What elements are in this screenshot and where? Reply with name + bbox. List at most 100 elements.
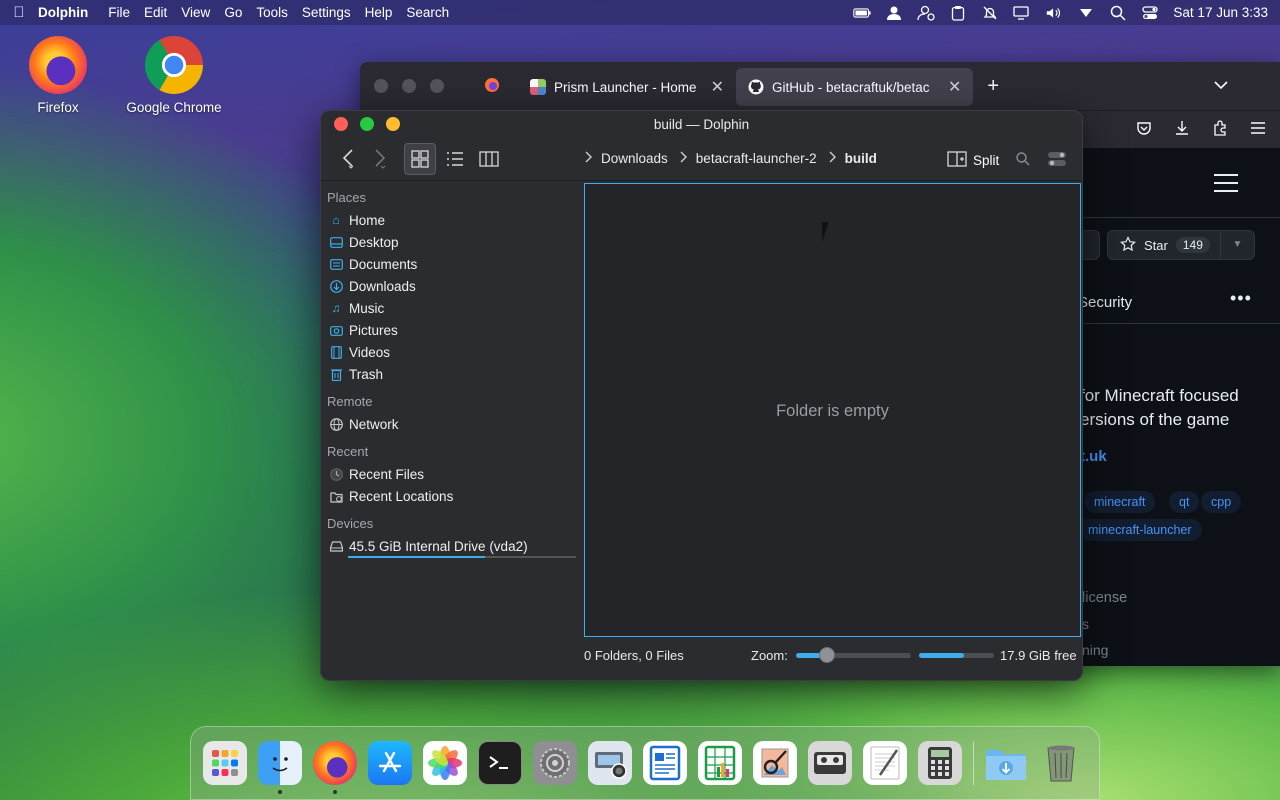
calculator-icon[interactable]	[918, 741, 962, 785]
extensions-icon[interactable]	[1212, 120, 1228, 139]
terminal-icon[interactable]	[478, 741, 522, 785]
hamburger-icon[interactable]	[1214, 174, 1238, 198]
close-button[interactable]	[374, 79, 388, 93]
places-item-music[interactable]: ♫ Music	[321, 297, 583, 319]
downloads-icon[interactable]	[1174, 120, 1190, 139]
icons-view-button[interactable]	[404, 143, 436, 175]
pocket-icon[interactable]	[1136, 120, 1152, 139]
topic-tag[interactable]: qt	[1169, 491, 1200, 513]
notifications-off-icon[interactable]	[981, 6, 999, 20]
free-space-bar[interactable]	[919, 653, 994, 658]
places-item-videos[interactable]: Videos	[321, 341, 583, 363]
new-tab-button[interactable]: +	[987, 75, 999, 98]
apple-icon[interactable]: 	[0, 4, 38, 21]
places-item-network[interactable]: Network	[321, 413, 583, 435]
breadcrumb-betacraft[interactable]: betacraft-launcher-2	[696, 151, 817, 166]
zoom-slider[interactable]	[796, 653, 911, 658]
menu-tools[interactable]: Tools	[256, 5, 288, 20]
star-button[interactable]: Star 149 ▼	[1107, 230, 1255, 260]
places-item-label: Downloads	[349, 278, 416, 294]
title-bar[interactable]: build — Dolphin	[321, 111, 1082, 137]
minimize-button[interactable]	[402, 79, 416, 93]
desktop-icon-chrome[interactable]: Google Chrome	[119, 36, 229, 115]
launchpad-icon[interactable]	[203, 741, 247, 785]
menu-edit[interactable]: Edit	[144, 5, 167, 20]
close-icon[interactable]: ✕	[948, 77, 961, 97]
topic-tag[interactable]: minecraft-launcher	[1078, 519, 1202, 541]
breadcrumb-build[interactable]: build	[845, 151, 877, 166]
search-button[interactable]	[1011, 143, 1035, 175]
window-title: build — Dolphin	[653, 116, 750, 132]
chevron-down-icon[interactable]: ▼	[1220, 231, 1254, 259]
system-settings-icon[interactable]	[533, 741, 577, 785]
textedit-icon[interactable]	[863, 741, 907, 785]
menu-view[interactable]: View	[181, 5, 210, 20]
close-icon[interactable]: ✕	[711, 77, 724, 97]
clipboard-icon[interactable]	[949, 5, 967, 21]
columns-view-button[interactable]	[473, 143, 505, 175]
divider	[1060, 323, 1280, 324]
nav-security[interactable]: Security	[1078, 294, 1132, 311]
file-view[interactable]: Folder is empty	[584, 183, 1081, 637]
pictures-icon	[329, 324, 343, 337]
preview-icon[interactable]	[753, 741, 797, 785]
drive-usage-fill	[348, 556, 485, 558]
battery-icon[interactable]	[853, 6, 872, 20]
menu-help[interactable]: Help	[365, 5, 393, 20]
pages-icon[interactable]	[643, 741, 687, 785]
zoom-button[interactable]	[430, 79, 444, 93]
places-item-trash[interactable]: Trash	[321, 363, 583, 385]
desktop-icon-firefox[interactable]: Firefox	[3, 36, 113, 115]
dolphin-window[interactable]: build — Dolphin Downloads betacraft-laun…	[320, 110, 1083, 681]
control-center-icon[interactable]	[1141, 5, 1159, 20]
menu-app-name[interactable]: Dolphin	[38, 5, 88, 20]
places-item-recent-locations[interactable]: Recent Locations	[321, 485, 583, 507]
chevron-down-icon[interactable]	[1077, 6, 1095, 20]
hamburger-menu-button[interactable]	[1045, 143, 1069, 175]
topic-tag[interactable]: cpp	[1201, 491, 1242, 513]
cassette-icon[interactable]	[808, 741, 852, 785]
places-item-downloads[interactable]: Downloads	[321, 275, 583, 297]
places-item-documents[interactable]: Documents	[321, 253, 583, 275]
split-button[interactable]: Split	[947, 151, 999, 170]
places-item-pictures[interactable]: Pictures	[321, 319, 583, 341]
topic-tag[interactable]: minecraft	[1084, 491, 1156, 513]
clock[interactable]: Sat 17 Jun 3:33	[1173, 5, 1268, 20]
tab-prism-launcher[interactable]: Prism Launcher - Home ✕	[518, 68, 736, 106]
menu-go[interactable]: Go	[224, 5, 242, 20]
image-capture-icon[interactable]	[588, 741, 632, 785]
places-item-recent-files[interactable]: Recent Files	[321, 463, 583, 485]
finder-icon[interactable]	[258, 741, 302, 794]
app-store-icon[interactable]	[368, 741, 412, 785]
menu-search[interactable]: Search	[406, 5, 449, 20]
volume-icon[interactable]	[1045, 6, 1063, 20]
more-icon[interactable]: •••	[1230, 288, 1252, 309]
firefox-icon[interactable]	[313, 741, 357, 794]
menu-file[interactable]: File	[108, 5, 130, 20]
tab-github[interactable]: GitHub - betacraftuk/betac ✕	[735, 68, 974, 106]
search-icon[interactable]	[1109, 5, 1127, 21]
trash-icon[interactable]	[1039, 741, 1083, 785]
chevron-right-icon	[680, 151, 688, 166]
places-item-home[interactable]: ⌂ Home	[321, 209, 583, 231]
places-item-internal-drive[interactable]: 45.5 GiB Internal Drive (vda2)	[321, 535, 583, 557]
downloads-folder-icon[interactable]	[984, 741, 1028, 785]
photos-icon[interactable]	[423, 741, 467, 785]
repo-website-link[interactable]: t.uk	[1080, 448, 1107, 465]
license-link[interactable]: license	[1082, 590, 1127, 606]
forward-button[interactable]	[367, 143, 393, 175]
menu-icon[interactable]	[1250, 121, 1266, 138]
places-item-desktop[interactable]: Desktop	[321, 231, 583, 253]
user-switch-icon[interactable]	[917, 5, 936, 21]
menu-settings[interactable]: Settings	[302, 5, 351, 20]
back-button[interactable]	[335, 143, 361, 175]
user-icon[interactable]	[885, 6, 903, 20]
breadcrumb-downloads[interactable]: Downloads	[601, 151, 668, 166]
numbers-icon[interactable]	[698, 741, 742, 785]
firefox-view-icon[interactable]	[484, 77, 500, 96]
zoom-slider-handle[interactable]	[819, 647, 835, 663]
documents-icon	[329, 258, 343, 271]
display-icon[interactable]	[1013, 5, 1031, 20]
details-view-button[interactable]	[439, 143, 471, 175]
list-all-tabs-icon[interactable]	[1214, 78, 1228, 93]
